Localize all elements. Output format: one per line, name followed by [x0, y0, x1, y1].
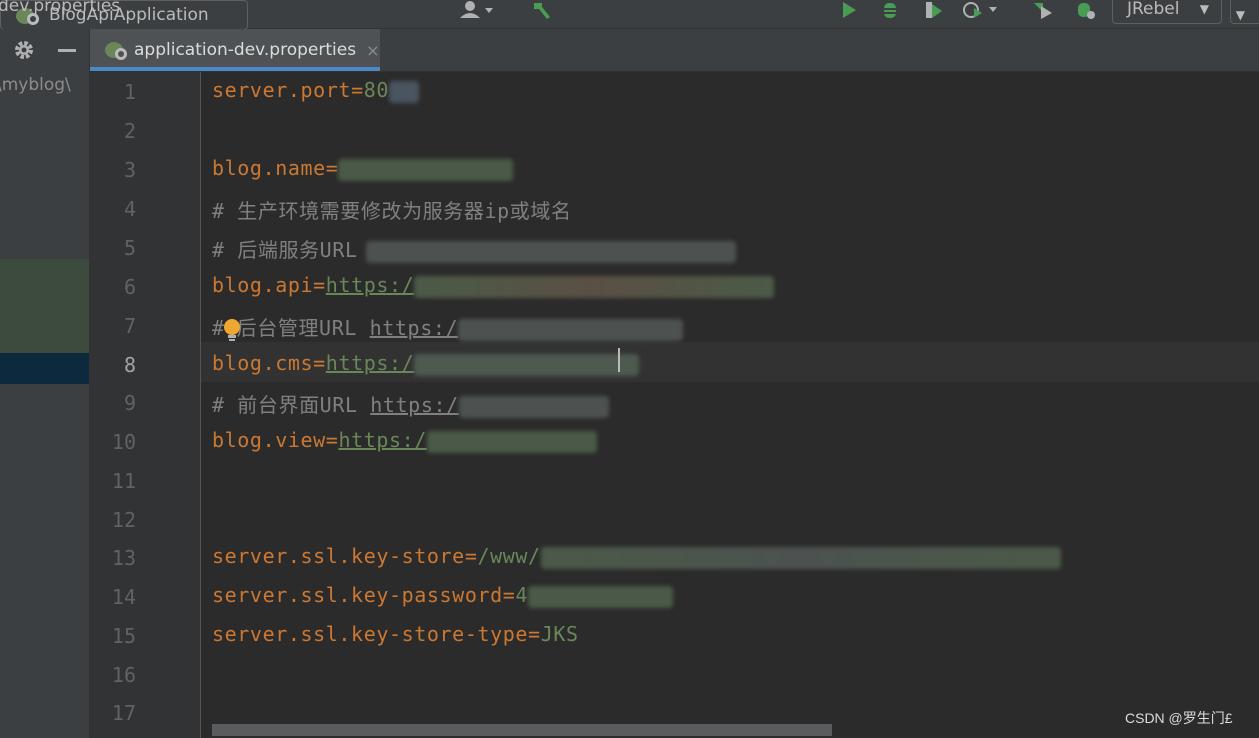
redaction-blur	[426, 430, 597, 453]
redaction-blur	[338, 158, 514, 181]
line-number: 6	[123, 275, 136, 299]
property-key: blog.api	[212, 273, 314, 297]
property-key: blog.cms	[212, 351, 314, 375]
horizontal-scrollbar[interactable]	[212, 724, 832, 736]
line-number: 4	[123, 197, 136, 221]
debug-with-jrebel-icon[interactable]	[1072, 0, 1098, 23]
line-number: 1	[123, 80, 136, 104]
code-line-15[interactable]: server.ssl.key-store-type=JKS	[212, 622, 579, 646]
line-number: 12	[111, 508, 136, 532]
watermark: CSDN @罗生门£	[1125, 710, 1233, 726]
code-editor[interactable]: 1 2 3 4 5 6 7 8 9 10 11 12 13 14 15 16 1…	[90, 72, 1259, 738]
line-number-active: 8	[123, 353, 136, 377]
line-number: 10	[111, 430, 136, 454]
line-number: 9	[123, 391, 136, 415]
line-number: 13	[111, 546, 136, 570]
line-number: 2	[123, 119, 136, 143]
comment: # 生产环境需要修改为服务器ip或域名	[212, 199, 572, 223]
redaction-blur	[528, 585, 674, 608]
comment: 后台管理URL	[236, 316, 370, 340]
lightbulb-icon[interactable]	[222, 318, 242, 344]
line-number: 7	[123, 314, 136, 338]
properties-file-icon	[105, 42, 127, 60]
redaction-blur	[458, 318, 684, 341]
project-panel: \myblog\	[0, 29, 90, 738]
code-line-3[interactable]: blog.name=	[212, 156, 514, 181]
profile-icon[interactable]	[962, 0, 1002, 23]
redaction-blur	[365, 240, 736, 263]
property-key: server.ssl.key-store	[212, 544, 465, 568]
run-with-jrebel-icon[interactable]	[1030, 0, 1056, 23]
build-hammer-icon[interactable]	[530, 0, 554, 22]
project-panel-header	[0, 29, 89, 71]
url-comment[interactable]: https:/	[370, 316, 459, 340]
line-number-gutter[interactable]: 1 2 3 4 5 6 7 8 9 10 11 12 13 14 15 16 1…	[90, 72, 201, 738]
chevron-down-icon: ▼	[1199, 2, 1209, 16]
property-value: /www/	[477, 544, 541, 568]
property-key: blog.view	[212, 428, 326, 452]
main-toolbar: dev.properties BlogApiApplication ▼ JReb…	[0, 0, 1259, 30]
url-value[interactable]: https:/	[338, 428, 427, 452]
tab-title: application-dev.properties	[134, 40, 357, 60]
code-line-8[interactable]: blog.cms=https:/	[212, 351, 640, 376]
minimize-icon[interactable]	[58, 49, 76, 52]
url-value[interactable]: https:/	[326, 273, 415, 297]
jrebel-label: JRebel	[1127, 0, 1180, 19]
property-key: server.port	[212, 78, 352, 102]
gear-icon[interactable]	[12, 38, 36, 62]
coverage-icon[interactable]	[920, 0, 946, 23]
code-line-7[interactable]: # 后台管理URL https:/	[212, 312, 684, 341]
property-key: server.ssl.key-store-type	[212, 622, 529, 646]
code-line-9[interactable]: # 前台界面URL https:/	[212, 389, 609, 418]
redaction-blur	[414, 275, 775, 298]
tree-selected-row[interactable]	[0, 353, 89, 384]
property-key: server.ssl.key-password	[212, 583, 503, 607]
text-caret	[618, 348, 620, 372]
comment: # 后端服务URL	[212, 238, 358, 262]
line-number: 11	[111, 469, 136, 493]
editor-tab-bar: application-dev.properties ×	[90, 29, 1259, 72]
property-key: blog.name	[212, 156, 326, 180]
close-icon[interactable]: ×	[366, 41, 379, 60]
redaction-blur	[540, 546, 1061, 569]
tab-application-dev-properties[interactable]: application-dev.properties ×	[90, 29, 380, 71]
run-icon[interactable]	[836, 0, 862, 23]
line-number: 3	[123, 158, 136, 182]
code-line-5[interactable]: # 后端服务URL	[212, 234, 736, 263]
url-comment[interactable]: https:/	[370, 393, 459, 417]
code-line-1[interactable]: server.port=80	[212, 78, 420, 103]
debug-icon[interactable]	[877, 0, 903, 23]
url-value[interactable]: https:/	[326, 351, 415, 375]
redaction-blur	[389, 80, 420, 103]
jrebel-select[interactable]: JRebel ▼	[1112, 0, 1222, 24]
comment: # 前台界面URL	[212, 393, 371, 417]
tree-selection-highlight[interactable]	[0, 259, 89, 353]
line-number: 5	[123, 236, 136, 260]
line-number: 15	[111, 624, 136, 648]
user-icon[interactable]	[458, 0, 498, 22]
line-number: 17	[111, 701, 136, 725]
code-line-14[interactable]: server.ssl.key-password=4	[212, 583, 674, 608]
code-line-4[interactable]: # 生产环境需要修改为服务器ip或域名	[212, 195, 572, 224]
line-number: 16	[111, 663, 136, 687]
code-line-10[interactable]: blog.view=https:/	[212, 428, 597, 453]
code-line-13[interactable]: server.ssl.key-store=/www/	[212, 544, 1061, 569]
property-value: 80	[363, 78, 390, 102]
redaction-blur	[458, 395, 609, 418]
redaction-blur	[414, 353, 640, 376]
property-value: JKS	[540, 622, 579, 646]
property-value: 4	[515, 583, 529, 607]
more-toolbar-button[interactable]	[1230, 0, 1259, 24]
project-path[interactable]: \myblog\	[0, 75, 71, 95]
code-line-6[interactable]: blog.api=https:/	[212, 273, 775, 298]
line-number: 14	[111, 585, 136, 609]
file-breadcrumb[interactable]: dev.properties	[0, 0, 120, 16]
